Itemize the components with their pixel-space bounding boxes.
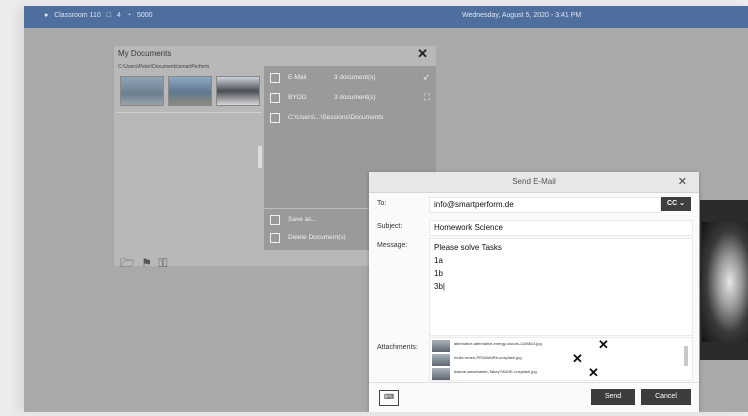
menu-item-label: Save as... — [288, 216, 317, 223]
folder-path: C:\Users\Peter\Documents\smartPerform — [118, 64, 210, 70]
menu-item-label: Delete Document(s) — [288, 234, 346, 241]
send-email-dialog: Send E-Mail ✕ To: info@smartperform.de C… — [369, 172, 699, 412]
menu-item-byod[interactable]: BYOD 3 document(s) ⛶ — [264, 90, 436, 106]
dialog-header: Send E-Mail ✕ — [369, 172, 699, 193]
remove-attachment-icon[interactable]: ✕ — [588, 365, 599, 380]
desktop: ● Classroom 110 □ 4 ◔ 5000 Wednesday, Au… — [24, 6, 748, 412]
datetime: Wednesday, August 5, 2020 - 3:41 PM — [462, 12, 582, 19]
document-thumbnail[interactable] — [216, 76, 260, 106]
cancel-button[interactable]: Cancel — [641, 389, 691, 405]
screen-count: 4 — [116, 12, 121, 19]
top-status-bar: ● Classroom 110 □ 4 ◔ 5000 Wednesday, Au… — [24, 6, 748, 28]
send-icon: ➶ — [422, 72, 430, 82]
message-line: Please solve Tasks — [434, 243, 502, 252]
devices-icon: ⛶ — [423, 92, 430, 102]
menu-item-email[interactable]: E-Mail 3 document(s) ➶ — [264, 70, 436, 86]
wifi-icon: ◔ — [126, 12, 131, 19]
send-button[interactable]: Send — [591, 389, 635, 405]
message-label: Message: — [377, 242, 408, 249]
remove-attachment-icon[interactable]: ✕ — [598, 338, 609, 353]
folder-icon — [270, 113, 280, 123]
keyboard-icon[interactable]: ⌨ — [379, 390, 399, 406]
attachments-scrollbar[interactable] — [684, 346, 688, 366]
menu-item-label: E-Mail — [288, 74, 307, 81]
attachment-thumbnail — [432, 340, 450, 352]
chevron-down-icon: ⌄ — [679, 200, 685, 207]
background-image-panel — [700, 200, 748, 360]
menu-item-label: BYOD — [288, 94, 307, 101]
subject-label: Subject: — [377, 223, 403, 230]
attachment-item: dalene-wasehaster-TakeyY8UHE-unsplash.jp… — [432, 365, 672, 380]
message-line: 1a — [434, 256, 443, 265]
attachment-item: mulle-renen-PfS3zM4Rb-unsplash.jpg ✕ — [432, 351, 672, 367]
document-thumbnail[interactable] — [120, 76, 164, 106]
dialog-title: Send E-Mail — [512, 177, 556, 186]
message-line: 3b| — [434, 282, 445, 291]
page: ● Classroom 110 □ 4 ◔ 5000 Wednesday, Au… — [0, 0, 748, 416]
close-icon[interactable]: ✕ — [417, 46, 428, 62]
attachment-name: alternative-alternative-energy-clouds-11… — [454, 341, 542, 346]
divider — [116, 112, 262, 113]
message-line: 1b — [434, 269, 443, 278]
location-icon: ● — [44, 12, 49, 19]
menu-item-folder[interactable]: C:\Users\...\Sessions\Documents — [264, 110, 436, 126]
classroom-info: ● Classroom 110 □ 4 ◔ 5000 — [44, 12, 157, 19]
background-image — [702, 222, 748, 342]
panel-resize-handle[interactable] — [258, 146, 262, 168]
to-field[interactable]: info@smartperform.de — [429, 197, 661, 213]
menu-item-count: 3 document(s) — [334, 74, 376, 81]
close-icon[interactable]: ✕ — [678, 175, 687, 188]
tag-icon[interactable]: ⚑ — [141, 256, 152, 270]
attachments-list: alternative-alternative-energy-clouds-11… — [429, 337, 693, 381]
menu-item-count: 3 document(s) — [334, 94, 376, 101]
device-icon — [270, 93, 280, 103]
wifi-value: 5000 — [136, 12, 153, 19]
message-field[interactable]: Please solve Tasks 1a 1b 3b| — [429, 238, 693, 336]
monitor-icon: □ — [106, 12, 111, 19]
attachments-label: Attachments: — [377, 344, 418, 351]
document-thumbnail[interactable] — [168, 76, 212, 106]
cc-label: CC — [667, 200, 678, 207]
trash-icon — [270, 233, 280, 243]
classroom-name: Classroom 110 — [54, 12, 101, 19]
open-folder-icon[interactable]: 🗁 — [120, 256, 135, 270]
email-icon — [270, 73, 280, 83]
remove-attachment-icon[interactable]: ✕ — [572, 351, 583, 367]
my-documents-title: My Documents — [118, 49, 172, 58]
attachment-name: dalene-wasehaster-TakeyY8UHE-unsplash.jp… — [454, 369, 537, 374]
attachment-item: alternative-alternative-energy-clouds-11… — [432, 338, 672, 353]
save-icon — [270, 215, 280, 225]
dialog-footer-divider — [369, 382, 699, 383]
attachment-name: mulle-renen-PfS3zM4Rb-unsplash.jpg — [454, 355, 522, 360]
to-label: To: — [377, 200, 387, 207]
cc-button[interactable]: CC ⌄ — [661, 197, 691, 211]
attachment-thumbnail — [432, 354, 450, 366]
attachment-thumbnail — [432, 368, 450, 380]
subject-field[interactable]: Homework Science — [429, 220, 693, 236]
document-toolbar: 🗁 ⚑ ⚿ — [120, 254, 170, 275]
menu-item-label: C:\Users\...\Sessions\Documents — [288, 114, 384, 121]
lock-icon[interactable]: ⚿ — [158, 256, 167, 270]
